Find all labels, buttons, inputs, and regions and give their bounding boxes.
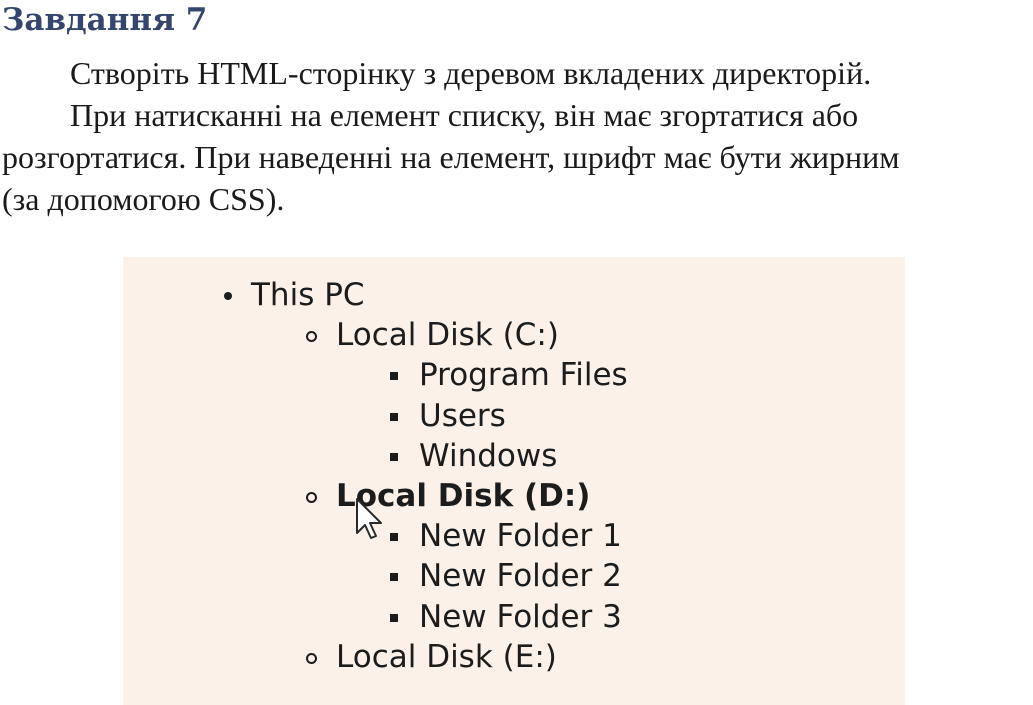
directory-tree-demo: This PC Local Disk (C:) Program Files Us… [123,257,905,705]
task-paragraph-2-line-2: розгортатися. При наведенні на елемент, … [2,139,900,175]
disk-c-children: Program Files Users Windows [123,355,628,476]
tree-node-disk-d[interactable]: Local Disk (D:) New Folder 1 New Folder … [123,476,628,637]
tree-node-label[interactable]: New Folder 1 [419,518,622,554]
tree-node-label[interactable]: Local Disk (C:) [336,317,559,353]
tree-node-label[interactable]: New Folder 3 [419,599,622,635]
square-bullet-icon [390,372,398,381]
square-bullet-icon [390,573,398,582]
tree-node-new-folder-3[interactable]: New Folder 3 [123,597,628,637]
tree-node-new-folder-1[interactable]: New Folder 1 [123,516,628,556]
this-pc-children: Local Disk (C:) Program Files Users Wind… [123,315,628,677]
tree-node-program-files[interactable]: Program Files [123,355,628,395]
task-title: Завдання 7 [2,2,208,38]
square-bullet-icon [390,533,398,542]
tree-node-label-hovered[interactable]: Local Disk (D:) [336,478,590,514]
directory-tree: This PC Local Disk (C:) Program Files Us… [123,275,628,677]
tree-node-label[interactable]: Users [419,398,506,434]
tree-node-label[interactable]: This PC [251,277,365,313]
tree-node-label[interactable]: Program Files [419,357,628,393]
tree-node-users[interactable]: Users [123,396,628,436]
task-paragraph-2-line-3: (за допомогою CSS). [2,181,285,217]
square-bullet-icon [390,412,398,421]
task-paragraph-2-line-1: При натисканні на елемент списку, він ма… [70,97,859,133]
tree-node-label[interactable]: New Folder 2 [419,558,622,594]
tree-node-disk-c[interactable]: Local Disk (C:) Program Files Users Wind… [123,315,628,476]
tree-node-label[interactable]: Windows [419,438,557,474]
task-description: Створіть HTML-сторінку з деревом вкладен… [2,52,1030,220]
circle-bullet-icon [306,652,317,664]
circle-bullet-icon [306,491,317,503]
circle-bullet-icon [306,331,317,343]
square-bullet-icon [390,452,398,461]
disc-bullet-icon [224,292,232,300]
task-paragraph-1: Створіть HTML-сторінку з деревом вкладен… [70,55,872,91]
tree-node-this-pc[interactable]: This PC Local Disk (C:) Program Files Us… [123,275,628,677]
tree-node-windows[interactable]: Windows [123,436,628,476]
tree-node-label[interactable]: Local Disk (E:) [336,639,557,675]
square-bullet-icon [390,613,398,622]
tree-node-new-folder-2[interactable]: New Folder 2 [123,556,628,596]
disk-d-children: New Folder 1 New Folder 2 New Folder 3 [123,516,628,637]
tree-root-list: This PC Local Disk (C:) Program Files Us… [123,275,628,677]
tree-node-disk-e[interactable]: Local Disk (E:) [123,637,628,677]
